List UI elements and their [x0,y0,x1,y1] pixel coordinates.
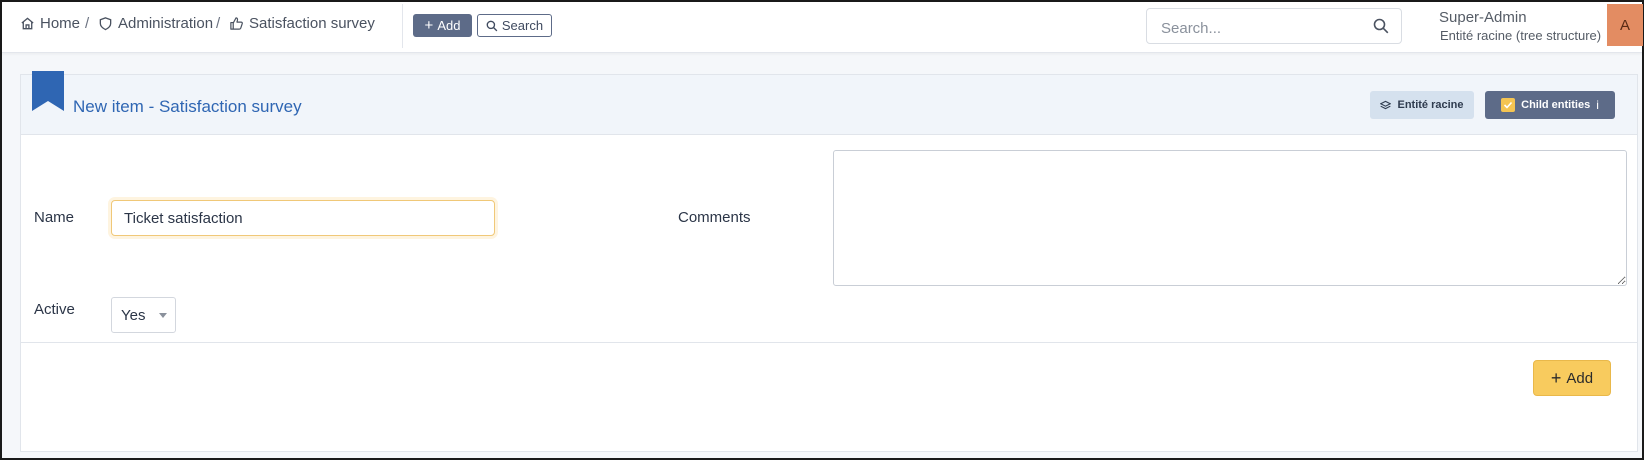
name-input[interactable] [111,200,495,236]
page-title: New item - Satisfaction survey [73,97,302,116]
breadcrumb-home[interactable]: Home [20,15,80,32]
breadcrumb-satisfaction-survey[interactable]: Satisfaction survey [229,15,375,32]
breadcrumb-separator: / [216,15,221,32]
submit-add-button[interactable]: + Add [1533,360,1611,396]
form-divider [21,342,1637,343]
checkbox-checked-icon[interactable] [1501,98,1516,112]
global-search-input[interactable] [1159,17,1363,39]
active-label: Active [34,301,75,318]
plus-icon: + [424,17,434,34]
comments-textarea[interactable] [833,150,1627,286]
search-button-label: Search [501,18,544,33]
bookmark-icon [32,71,64,111]
breadcrumb-satisfaction-label: Satisfaction survey [249,15,375,32]
add-button[interactable]: + Add [413,14,472,37]
caret-down-icon [159,313,167,318]
comments-label: Comments [678,209,751,226]
avatar[interactable]: A [1607,4,1643,46]
breadcrumb-separator: / [85,15,90,32]
header-divider [402,4,403,48]
home-icon [21,17,34,30]
form-card: New item - Satisfaction survey Entité ra… [20,71,1638,452]
submit-add-label: Add [1566,369,1594,387]
name-label: Name [34,209,75,226]
card-header: New item - Satisfaction survey Entité ra… [21,71,1637,135]
active-select[interactable]: Yes [111,297,176,333]
search-icon [486,20,498,31]
user-name[interactable]: Super-Admin [1439,9,1527,26]
active-select-value: Yes [121,307,146,324]
search-button[interactable]: Search [477,14,552,37]
info-icon[interactable]: i [1596,98,1599,112]
layers-icon [1380,100,1392,109]
search-icon[interactable] [1373,18,1389,34]
top-header: Home / Administration / Satisfaction sur… [2,2,1643,53]
breadcrumb-home-label: Home [40,15,81,32]
app-window: Home / Administration / Satisfaction sur… [0,0,1644,460]
breadcrumb-administration[interactable]: Administration [98,15,213,32]
entity-badge-label: Entité racine [1397,99,1464,111]
entity-badge[interactable]: Entité racine [1370,91,1474,119]
global-search-box [1146,8,1402,44]
plus-icon: + [1550,368,1562,388]
thumbs-up-icon [230,17,243,30]
child-entities-toggle[interactable]: Child entities i [1485,91,1615,119]
shield-icon [99,17,112,31]
add-button-label: Add [437,18,461,33]
user-entity[interactable]: Entité racine (tree structure) [1440,28,1601,43]
breadcrumb-administration-label: Administration [118,15,214,32]
child-entities-label: Child entities [1521,99,1591,111]
